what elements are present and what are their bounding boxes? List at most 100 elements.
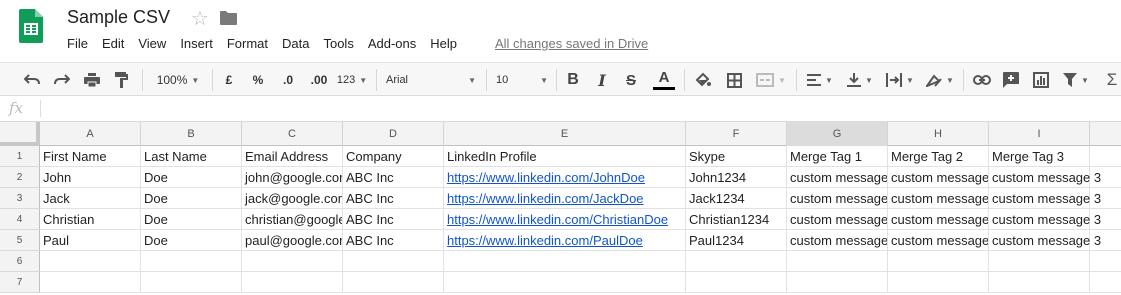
text-wrap-icon[interactable]: ▼ [884,69,916,91]
column-header-d[interactable]: D [343,122,444,146]
cell-merge-tag-2[interactable] [888,251,989,272]
cell-skype[interactable]: Paul1234 [686,230,787,251]
menu-add-ons[interactable]: Add-ons [368,36,416,52]
linkedin-link-cell[interactable]: https://www.linkedin.com/PaulDoe [444,230,686,251]
cell-email[interactable]: paul@google.com [242,230,343,251]
cell-first-name[interactable]: Christian [40,209,141,230]
cell-first-name[interactable] [40,251,141,272]
cell-company[interactable] [343,272,444,293]
header-cell-email[interactable]: Email Address [242,146,343,167]
print-icon[interactable] [82,69,102,91]
format-currency-button[interactable]: £ [220,69,238,91]
empty-cell[interactable] [1090,167,1121,188]
cell-email[interactable]: john@google.com [242,167,343,188]
cell-last-name[interactable]: Doe [141,209,242,230]
cell-merge-tag-3[interactable]: custom message 3 [989,230,1101,251]
cell-email[interactable] [242,272,343,293]
italic-button[interactable]: I [593,69,611,91]
cell-email[interactable]: christian@google.com [242,209,343,230]
column-header-c[interactable]: C [242,122,343,146]
cell-last-name[interactable]: Doe [141,167,242,188]
cell-skype[interactable]: Jack1234 [686,188,787,209]
header-cell-last-name[interactable]: Last Name [141,146,242,167]
cell-merge-tag-2[interactable]: custom message 2 [888,230,989,251]
cell-merge-tag-3[interactable] [989,272,1090,293]
cell-merge-tag-3[interactable]: custom message 3 [989,167,1101,188]
menu-help[interactable]: Help [430,36,457,52]
column-header-a[interactable]: A [40,122,141,146]
linkedin-link-cell[interactable]: https://www.linkedin.com/JackDoe [444,188,686,209]
sheets-logo-icon[interactable] [19,9,43,45]
row-header-4[interactable]: 4 [0,209,40,230]
cell-first-name[interactable]: Paul [40,230,141,251]
fill-color-icon[interactable] [693,69,713,91]
font-family-select[interactable]: Arial ▼ [386,69,476,91]
zoom-select[interactable]: 100% ▼ [152,69,204,91]
row-header-7[interactable]: 7 [0,272,40,293]
select-all-corner[interactable] [0,122,40,146]
cell-merge-tag-3[interactable] [989,251,1090,272]
star-icon[interactable]: ☆ [191,6,209,31]
cell-merge-tag-1[interactable]: custom message 1 [787,230,888,251]
borders-icon[interactable] [724,69,744,91]
cell-merge-tag-1[interactable]: custom message 1 [787,209,888,230]
linkedin-link-cell[interactable]: https://www.linkedin.com/ChristianDoe [444,209,686,230]
empty-cell[interactable] [1090,209,1121,230]
link-icon[interactable] [971,69,993,91]
cell-first-name[interactable]: Jack [40,188,141,209]
linkedin-link-cell[interactable]: https://www.linkedin.com/JohnDoe [444,167,686,188]
empty-cell[interactable] [1090,146,1121,167]
strikethrough-button[interactable]: S [622,69,640,91]
header-cell-merge-tag-3[interactable]: Merge Tag 3 [989,146,1090,167]
cell-merge-tag-1[interactable] [787,272,888,293]
text-rotation-icon[interactable]: ▼ [924,69,956,91]
cell-merge-tag-2[interactable]: custom message 2 [888,167,989,188]
column-header-h[interactable]: H [888,122,989,146]
cell-company[interactable]: ABC Inc [343,167,444,188]
row-header-2[interactable]: 2 [0,167,40,188]
empty-cell[interactable] [1090,251,1121,272]
column-header-b[interactable]: B [141,122,242,146]
cell-first-name[interactable] [40,272,141,293]
align-left-icon[interactable]: ▼ [805,69,835,91]
row-header-3[interactable]: 3 [0,188,40,209]
cell-merge-tag-1[interactable] [787,251,888,272]
document-title[interactable]: Sample CSV [67,7,170,28]
menu-file[interactable]: File [67,36,88,52]
menu-format[interactable]: Format [227,36,268,52]
column-header-g[interactable]: G [787,122,888,146]
empty-cell[interactable] [1090,230,1121,251]
filter-icon[interactable]: ▼ [1061,69,1091,91]
empty-cell[interactable] [1090,188,1121,209]
cell-company[interactable]: ABC Inc [343,188,444,209]
cell-company[interactable]: ABC Inc [343,230,444,251]
cell-email[interactable] [242,251,343,272]
header-cell-merge-tag-1[interactable]: Merge Tag 1 [787,146,888,167]
increase-decimals-button[interactable]: .00 [306,69,332,91]
cell-company[interactable]: ABC Inc [343,209,444,230]
row-header-1[interactable]: 1 [0,146,40,167]
row-header-5[interactable]: 5 [0,230,40,251]
undo-icon[interactable] [22,69,42,91]
bold-button[interactable]: B [564,69,582,91]
header-cell-company[interactable]: Company [343,146,444,167]
text-color-button[interactable]: A [652,69,676,91]
column-header-f[interactable]: F [686,122,787,146]
cell-company[interactable] [343,251,444,272]
insert-comment-icon[interactable] [1001,69,1021,91]
cell-last-name[interactable]: Doe [141,188,242,209]
insert-chart-icon[interactable] [1031,69,1051,91]
column-header-i[interactable]: I [989,122,1090,146]
cell-last-name[interactable] [141,251,242,272]
row-header-6[interactable]: 6 [0,251,40,272]
menu-edit[interactable]: Edit [102,36,124,52]
formula-input[interactable] [46,100,1106,118]
decrease-decimals-button[interactable]: .0 [276,69,300,91]
merge-cells-icon[interactable]: ▼ [754,69,788,91]
header-cell-first-name[interactable]: First Name [40,146,141,167]
cell-merge-tag-2[interactable] [888,272,989,293]
menu-insert[interactable]: Insert [180,36,213,52]
cell-email[interactable]: jack@google.com [242,188,343,209]
cell-first-name[interactable]: John [40,167,141,188]
cell-merge-tag-1[interactable]: custom message 1 [787,167,888,188]
